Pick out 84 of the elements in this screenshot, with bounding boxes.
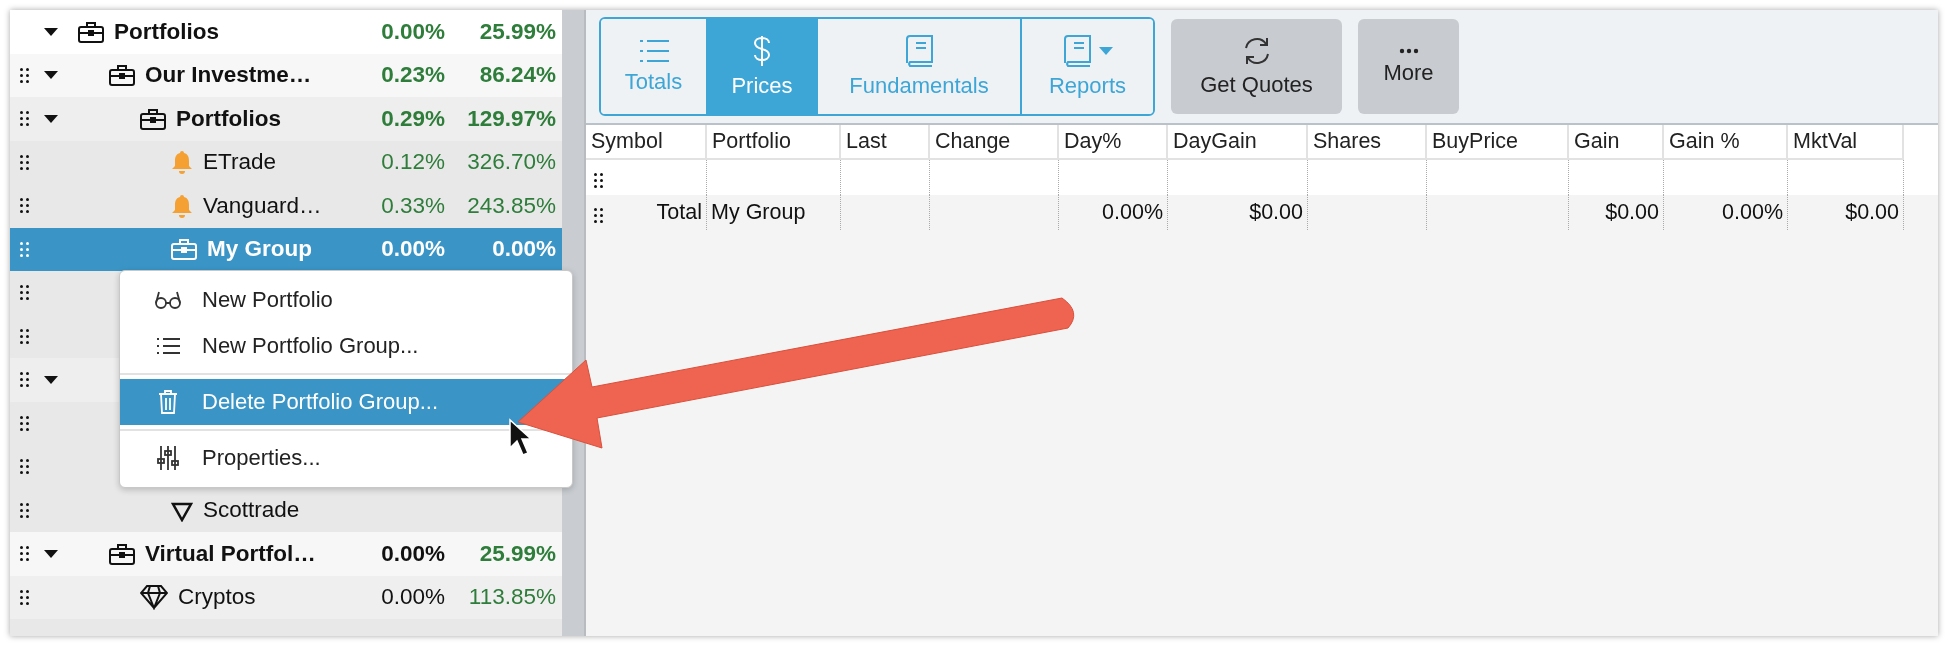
drag-handle-icon[interactable] bbox=[20, 589, 29, 605]
day-change-value: 0.29% bbox=[380, 105, 445, 132]
tree-row[interactable]: Virtual Portfol… 0.00% 25.99% bbox=[10, 532, 562, 576]
drag-handle-icon[interactable] bbox=[20, 546, 29, 562]
drag-handle-icon[interactable] bbox=[20, 111, 29, 127]
day-change-value: 0.33% bbox=[380, 192, 445, 219]
column-header[interactable]: Portfolio bbox=[707, 125, 841, 160]
menu-item[interactable]: New Portfolio Group... bbox=[120, 323, 572, 369]
dollar-icon bbox=[753, 34, 771, 67]
portfolio-name: Virtual Portfol… bbox=[145, 540, 317, 567]
total-gain-value: 25.99% bbox=[478, 540, 556, 567]
portfolio-name: Cryptos bbox=[178, 584, 257, 611]
portfolio-name: Portfolios bbox=[114, 18, 220, 45]
drag-handle-icon[interactable] bbox=[20, 502, 29, 518]
column-header[interactable]: Gain % bbox=[1664, 125, 1788, 160]
day-change-value: 0.12% bbox=[380, 149, 445, 176]
more-icon bbox=[1398, 47, 1419, 54]
menu-item[interactable]: New Portfolio bbox=[120, 277, 572, 323]
table-cell: My Group bbox=[711, 200, 806, 225]
briefcase-icon bbox=[109, 542, 135, 565]
drag-handle-icon[interactable] bbox=[20, 285, 29, 301]
briefcase-icon bbox=[171, 238, 197, 261]
portfolio-name: My Group bbox=[207, 236, 313, 263]
column-header[interactable]: Shares bbox=[1308, 125, 1427, 160]
drag-handle-icon[interactable] bbox=[20, 241, 29, 257]
portfolio-name: Portfolios bbox=[176, 105, 282, 132]
list-icon bbox=[638, 38, 669, 63]
column-header[interactable]: Last bbox=[841, 125, 930, 160]
bell-icon bbox=[171, 150, 193, 175]
drag-handle-icon[interactable] bbox=[20, 415, 29, 431]
briefcase-icon bbox=[140, 107, 166, 130]
drag-handle-icon[interactable] bbox=[20, 459, 29, 475]
tree-row[interactable]: Cryptos 0.00% 113.85% bbox=[10, 575, 562, 619]
table-cell: Total bbox=[656, 200, 702, 225]
column-header[interactable]: DayGain bbox=[1168, 125, 1308, 160]
table-cell: 0.00% bbox=[1102, 200, 1163, 225]
get-quotes-button[interactable]: Get Quotes bbox=[1171, 19, 1342, 114]
table-cell: $0.00 bbox=[1845, 200, 1899, 225]
drag-handle-icon[interactable] bbox=[20, 67, 29, 83]
drag-handle-icon[interactable] bbox=[594, 173, 603, 188]
total-gain-value: 0.00% bbox=[491, 236, 556, 263]
drag-handle-icon[interactable] bbox=[20, 372, 29, 388]
portfolio-name: ETrade bbox=[203, 149, 277, 176]
sliders-icon bbox=[157, 445, 179, 471]
glasses-icon bbox=[155, 291, 181, 309]
total-gain-value: 243.85% bbox=[466, 192, 556, 219]
column-header[interactable]: Gain bbox=[1569, 125, 1664, 160]
total-gain-value: 129.97% bbox=[466, 105, 556, 132]
day-change-value: 0.00% bbox=[380, 584, 445, 611]
column-header[interactable]: MktVal bbox=[1788, 125, 1904, 160]
more-button[interactable]: More bbox=[1358, 19, 1459, 114]
trash-icon bbox=[158, 390, 178, 414]
day-change-value: 0.00% bbox=[380, 18, 445, 45]
day-change-value: 0.00% bbox=[380, 540, 445, 567]
total-gain-value: 326.70% bbox=[466, 149, 556, 176]
table-cell: $0.00 bbox=[1249, 200, 1303, 225]
table-cell: $0.00 bbox=[1605, 200, 1659, 225]
total-gain-value: 25.99% bbox=[478, 18, 556, 45]
drag-handle-icon[interactable] bbox=[594, 208, 603, 223]
drag-handle-icon[interactable] bbox=[20, 328, 29, 344]
menu-item[interactable]: Properties... bbox=[120, 435, 572, 481]
briefcase-icon bbox=[78, 20, 104, 43]
day-change-value: 0.23% bbox=[380, 62, 445, 89]
book-icon bbox=[905, 34, 933, 67]
drag-handle-icon[interactable] bbox=[20, 154, 29, 170]
total-gain-value: 86.24% bbox=[478, 62, 556, 89]
book-icon bbox=[1062, 34, 1091, 67]
portfolio-name: Our Investme… bbox=[145, 62, 313, 89]
table-cell: 0.00% bbox=[1722, 200, 1783, 225]
column-header[interactable]: BuyPrice bbox=[1427, 125, 1569, 160]
portfolio-name: Scottrade bbox=[203, 497, 301, 524]
column-header[interactable]: Change bbox=[930, 125, 1059, 160]
tree-row[interactable]: Portfolios 0.29% 129.97% bbox=[10, 97, 562, 141]
briefcase-icon bbox=[109, 64, 135, 87]
column-header[interactable]: Day% bbox=[1059, 125, 1168, 160]
list-icon bbox=[156, 337, 180, 355]
day-change-value: 0.00% bbox=[380, 236, 445, 263]
portfolio-name: Vanguard… bbox=[203, 192, 323, 219]
tree-row[interactable]: Our Investme… 0.23% 86.24% bbox=[10, 53, 562, 97]
column-header[interactable]: Symbol bbox=[586, 125, 707, 160]
drag-handle-icon[interactable] bbox=[20, 198, 29, 214]
tree-row[interactable]: Portfolios 0.00% 25.99% bbox=[10, 10, 562, 54]
bell-icon bbox=[171, 193, 193, 218]
total-gain-value: 113.85% bbox=[467, 584, 556, 611]
